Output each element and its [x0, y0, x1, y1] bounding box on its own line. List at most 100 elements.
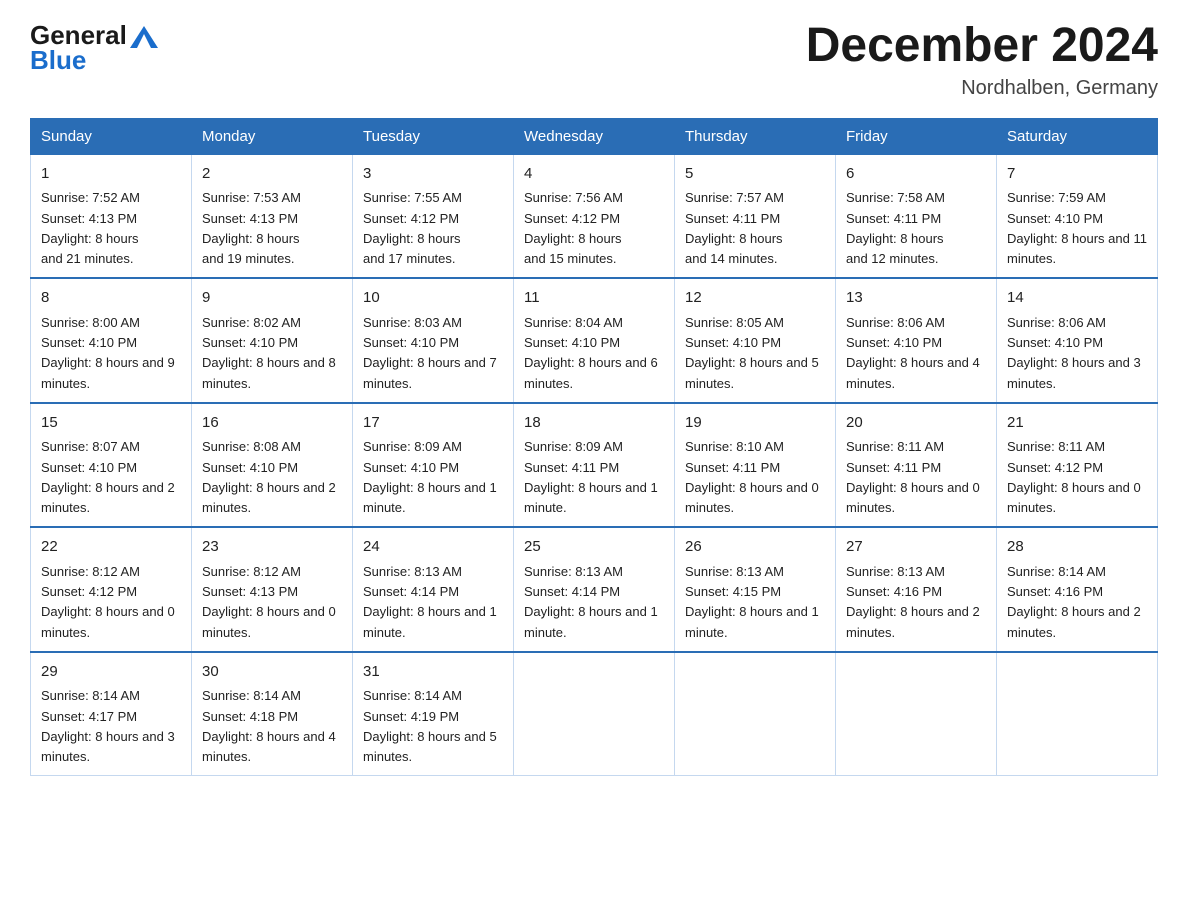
- table-row: 12 Sunrise: 8:05 AMSunset: 4:10 PMDayligh…: [675, 278, 836, 403]
- day-number: 24: [363, 536, 503, 559]
- table-row: 14Sunrise: 8:06 AMSunset: 4:10 PMDayligh…: [997, 278, 1158, 403]
- day-info: Sunrise: 8:08 AMSunset: 4:10 PMDaylight:…: [202, 439, 336, 515]
- col-monday: Monday: [192, 118, 353, 154]
- day-number: 20: [846, 412, 986, 435]
- day-number: 3: [363, 163, 503, 186]
- table-row: 28 Sunrise: 8:14 AMSunset: 4:16 PMDayligh…: [997, 527, 1158, 652]
- calendar-week-row: 15 Sunrise: 8:07 AMSunset: 4:10 PMDayligh…: [31, 403, 1158, 528]
- table-row: 29 Sunrise: 8:14 AMSunset: 4:17 PMDayligh…: [31, 652, 192, 776]
- day-info: Sunrise: 7:53 AMSunset: 4:13 PMDaylight:…: [202, 190, 301, 266]
- table-row: [836, 652, 997, 776]
- logo-triangle-icon: [130, 26, 158, 48]
- table-row: 6Sunrise: 7:58 AMSunset: 4:11 PMDaylight…: [836, 154, 997, 278]
- day-number: 21: [1007, 412, 1147, 435]
- day-info: Sunrise: 8:09 AMSunset: 4:11 PMDaylight:…: [524, 439, 658, 515]
- col-thursday: Thursday: [675, 118, 836, 154]
- table-row: 15 Sunrise: 8:07 AMSunset: 4:10 PMDayligh…: [31, 403, 192, 528]
- day-info: Sunrise: 7:59 AMSunset: 4:10 PMDaylight:…: [1007, 190, 1147, 266]
- day-number: 1: [41, 163, 181, 186]
- table-row: 27 Sunrise: 8:13 AMSunset: 4:16 PMDayligh…: [836, 527, 997, 652]
- day-number: 12: [685, 287, 825, 310]
- col-tuesday: Tuesday: [353, 118, 514, 154]
- table-row: [675, 652, 836, 776]
- calendar-week-row: 1 Sunrise: 7:52 AMSunset: 4:13 PMDaylight…: [31, 154, 1158, 278]
- table-row: [997, 652, 1158, 776]
- day-info: Sunrise: 8:09 AMSunset: 4:10 PMDaylight:…: [363, 439, 497, 515]
- day-number: 19: [685, 412, 825, 435]
- day-info: Sunrise: 8:03 AMSunset: 4:10 PMDaylight:…: [363, 315, 497, 391]
- day-info: Sunrise: 7:57 AMSunset: 4:11 PMDaylight:…: [685, 190, 784, 266]
- table-row: 22 Sunrise: 8:12 AMSunset: 4:12 PMDayligh…: [31, 527, 192, 652]
- table-row: 9 Sunrise: 8:02 AMSunset: 4:10 PMDaylight…: [192, 278, 353, 403]
- day-info: Sunrise: 8:13 AMSunset: 4:16 PMDaylight:…: [846, 564, 980, 640]
- table-row: 26Sunrise: 8:13 AMSunset: 4:15 PMDayligh…: [675, 527, 836, 652]
- day-info: Sunrise: 7:52 AMSunset: 4:13 PMDaylight:…: [41, 190, 140, 266]
- table-row: 17Sunrise: 8:09 AMSunset: 4:10 PMDayligh…: [353, 403, 514, 528]
- calendar-week-row: 29 Sunrise: 8:14 AMSunset: 4:17 PMDayligh…: [31, 652, 1158, 776]
- table-row: 30 Sunrise: 8:14 AMSunset: 4:18 PMDayligh…: [192, 652, 353, 776]
- table-row: 8 Sunrise: 8:00 AMSunset: 4:10 PMDaylight…: [31, 278, 192, 403]
- table-row: 21 Sunrise: 8:11 AMSunset: 4:12 PMDayligh…: [997, 403, 1158, 528]
- day-number: 27: [846, 536, 986, 559]
- table-row: 3Sunrise: 7:55 AMSunset: 4:12 PMDaylight…: [353, 154, 514, 278]
- day-info: Sunrise: 8:11 AMSunset: 4:12 PMDaylight:…: [1007, 439, 1141, 515]
- table-row: 31Sunrise: 8:14 AMSunset: 4:19 PMDayligh…: [353, 652, 514, 776]
- col-saturday: Saturday: [997, 118, 1158, 154]
- table-row: [514, 652, 675, 776]
- table-row: 2 Sunrise: 7:53 AMSunset: 4:13 PMDaylight…: [192, 154, 353, 278]
- calendar-table: Sunday Monday Tuesday Wednesday Thursday…: [30, 118, 1158, 777]
- day-number: 8: [41, 287, 181, 310]
- calendar-title: December 2024: [806, 20, 1158, 73]
- day-info: Sunrise: 8:12 AMSunset: 4:12 PMDaylight:…: [41, 564, 175, 640]
- table-row: 23 Sunrise: 8:12 AMSunset: 4:13 PMDayligh…: [192, 527, 353, 652]
- calendar-week-row: 8 Sunrise: 8:00 AMSunset: 4:10 PMDaylight…: [31, 278, 1158, 403]
- day-number: 30: [202, 661, 342, 684]
- table-row: 24 Sunrise: 8:13 AMSunset: 4:14 PMDayligh…: [353, 527, 514, 652]
- day-info: Sunrise: 8:02 AMSunset: 4:10 PMDaylight:…: [202, 315, 336, 391]
- table-row: 1 Sunrise: 7:52 AMSunset: 4:13 PMDaylight…: [31, 154, 192, 278]
- day-info: Sunrise: 8:14 AMSunset: 4:17 PMDaylight:…: [41, 688, 175, 764]
- table-row: 20 Sunrise: 8:11 AMSunset: 4:11 PMDayligh…: [836, 403, 997, 528]
- day-number: 28: [1007, 536, 1147, 559]
- day-number: 9: [202, 287, 342, 310]
- day-info: Sunrise: 7:56 AMSunset: 4:12 PMDaylight:…: [524, 190, 623, 266]
- day-number: 2: [202, 163, 342, 186]
- day-number: 5: [685, 163, 825, 186]
- day-info: Sunrise: 8:10 AMSunset: 4:11 PMDaylight:…: [685, 439, 819, 515]
- day-number: 4: [524, 163, 664, 186]
- day-number: 23: [202, 536, 342, 559]
- day-number: 13: [846, 287, 986, 310]
- table-row: 10 Sunrise: 8:03 AMSunset: 4:10 PMDayligh…: [353, 278, 514, 403]
- table-row: 5 Sunrise: 7:57 AMSunset: 4:11 PMDaylight…: [675, 154, 836, 278]
- day-number: 29: [41, 661, 181, 684]
- day-number: 25: [524, 536, 664, 559]
- day-info: Sunrise: 8:11 AMSunset: 4:11 PMDaylight:…: [846, 439, 980, 515]
- day-number: 22: [41, 536, 181, 559]
- day-info: Sunrise: 8:13 AMSunset: 4:15 PMDaylight:…: [685, 564, 819, 640]
- day-number: 14: [1007, 287, 1147, 310]
- day-info: Sunrise: 8:07 AMSunset: 4:10 PMDaylight:…: [41, 439, 175, 515]
- day-info: Sunrise: 8:06 AMSunset: 4:10 PMDaylight:…: [846, 315, 980, 391]
- calendar-header-row: Sunday Monday Tuesday Wednesday Thursday…: [31, 118, 1158, 154]
- day-number: 10: [363, 287, 503, 310]
- logo: General Blue: [30, 20, 158, 76]
- day-number: 18: [524, 412, 664, 435]
- day-info: Sunrise: 8:05 AMSunset: 4:10 PMDaylight:…: [685, 315, 819, 391]
- day-info: Sunrise: 8:12 AMSunset: 4:13 PMDaylight:…: [202, 564, 336, 640]
- table-row: 19 Sunrise: 8:10 AMSunset: 4:11 PMDayligh…: [675, 403, 836, 528]
- table-row: 18 Sunrise: 8:09 AMSunset: 4:11 PMDayligh…: [514, 403, 675, 528]
- day-number: 15: [41, 412, 181, 435]
- day-info: Sunrise: 8:14 AMSunset: 4:18 PMDaylight:…: [202, 688, 336, 764]
- table-row: 16 Sunrise: 8:08 AMSunset: 4:10 PMDayligh…: [192, 403, 353, 528]
- col-friday: Friday: [836, 118, 997, 154]
- day-info: Sunrise: 8:13 AMSunset: 4:14 PMDaylight:…: [363, 564, 497, 640]
- day-number: 6: [846, 163, 986, 186]
- table-row: 13 Sunrise: 8:06 AMSunset: 4:10 PMDayligh…: [836, 278, 997, 403]
- calendar-location: Nordhalben, Germany: [806, 77, 1158, 100]
- day-number: 16: [202, 412, 342, 435]
- day-info: Sunrise: 8:14 AMSunset: 4:16 PMDaylight:…: [1007, 564, 1141, 640]
- day-info: Sunrise: 8:04 AMSunset: 4:10 PMDaylight:…: [524, 315, 658, 391]
- table-row: 4 Sunrise: 7:56 AMSunset: 4:12 PMDaylight…: [514, 154, 675, 278]
- table-row: 11Sunrise: 8:04 AMSunset: 4:10 PMDayligh…: [514, 278, 675, 403]
- day-info: Sunrise: 8:00 AMSunset: 4:10 PMDaylight:…: [41, 315, 175, 391]
